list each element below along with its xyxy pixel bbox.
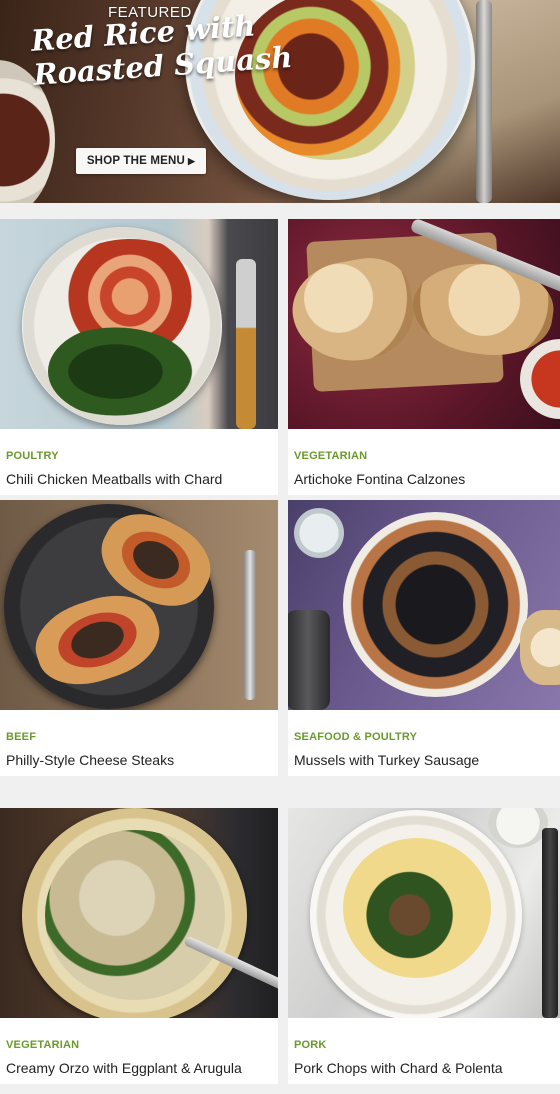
- orzo-image: [45, 830, 225, 1000]
- recipe-category: BEEF: [6, 731, 37, 743]
- recipe-card[interactable]: POULTRY Chili Chicken Meatballs with Cha…: [0, 219, 278, 495]
- recipe-photo: [288, 500, 560, 710]
- recipe-category: PORK: [294, 1039, 327, 1051]
- recipe-photo: [288, 808, 560, 1018]
- recipe-card[interactable]: VEGETARIAN Artichoke Fontina Calzones: [288, 219, 560, 495]
- recipe-category: VEGETARIAN: [6, 1039, 80, 1051]
- recipe-photo: [288, 219, 560, 429]
- recipe-card[interactable]: BEEF Philly-Style Cheese Steaks: [0, 500, 278, 776]
- recipe-category: POULTRY: [6, 450, 59, 462]
- recipe-title[interactable]: Creamy Orzo with Eggplant & Arugula: [6, 1060, 242, 1076]
- recipe-photo: [0, 500, 278, 710]
- featured-hero[interactable]: FEATURED Red Rice with Roasted Squash SH…: [0, 0, 560, 203]
- recipe-card[interactable]: PORK Pork Chops with Chard & Polenta: [288, 808, 560, 1084]
- recipe-photo: [0, 808, 278, 1018]
- recipe-title[interactable]: Chili Chicken Meatballs with Chard: [6, 471, 222, 487]
- glass-image: [294, 508, 344, 558]
- knife-image: [542, 828, 558, 1018]
- shop-the-menu-label: SHOP THE MENU: [86, 155, 186, 167]
- recipe-title[interactable]: Artichoke Fontina Calzones: [294, 471, 465, 487]
- sauce-bowl-image: [520, 339, 560, 419]
- recipe-category: VEGETARIAN: [294, 450, 368, 462]
- recipe-title[interactable]: Philly-Style Cheese Steaks: [6, 752, 174, 768]
- pork-chop-image: [343, 838, 491, 978]
- caret-right-icon: ▶: [188, 155, 196, 166]
- bread-image: [520, 610, 560, 685]
- recipe-title[interactable]: Mussels with Turkey Sausage: [294, 752, 479, 768]
- fork-image: [236, 259, 256, 429]
- bottle-image: [288, 610, 330, 710]
- recipe-card[interactable]: SEAFOOD & POULTRY Mussels with Turkey Sa…: [288, 500, 560, 776]
- recipe-card[interactable]: VEGETARIAN Creamy Orzo with Eggplant & A…: [0, 808, 278, 1084]
- recipe-photo: [0, 219, 278, 429]
- glass-image: [488, 808, 548, 848]
- shop-the-menu-button[interactable]: SHOP THE MENU ▶: [76, 148, 206, 174]
- recipe-category: SEAFOOD & POULTRY: [294, 731, 418, 743]
- mussels-bowl-image: [343, 512, 528, 697]
- recipe-title[interactable]: Pork Chops with Chard & Polenta: [294, 1060, 503, 1076]
- chard-image: [48, 324, 198, 419]
- fork-image: [476, 0, 492, 203]
- fork-image: [244, 550, 256, 700]
